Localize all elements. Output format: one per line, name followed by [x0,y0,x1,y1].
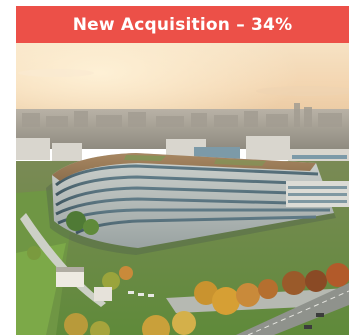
banner: New Acquisition – 34% [16,6,349,43]
acquisition-card: New Acquisition – 34% [16,6,349,335]
aerial-office-photo [16,43,349,335]
banner-title: New Acquisition – 34% [72,14,293,35]
